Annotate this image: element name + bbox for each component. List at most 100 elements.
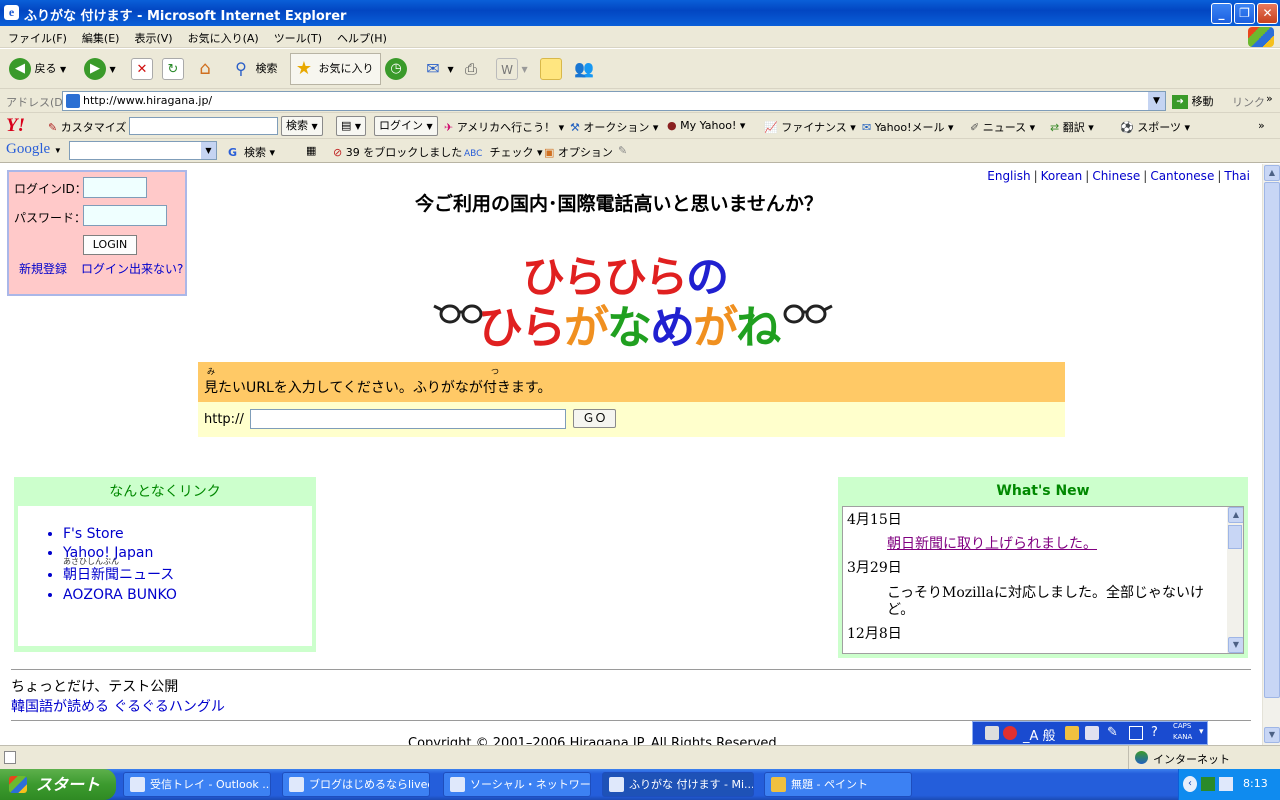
lang-english[interactable]: English bbox=[987, 169, 1030, 183]
address-dropdown-icon[interactable]: ▼ bbox=[1148, 92, 1165, 110]
options-button[interactable]: ▣ オプション bbox=[544, 144, 613, 160]
messenger-button[interactable]: 👥 bbox=[573, 55, 595, 83]
lang-cantonese[interactable]: Cantonese bbox=[1150, 169, 1214, 183]
news-entry-link[interactable]: 朝日新聞に取り上げられました。 bbox=[887, 533, 1207, 553]
google-search-button[interactable]: G 検索 ▾ bbox=[228, 144, 275, 160]
go-button[interactable]: ➜ 移動 bbox=[1172, 93, 1214, 109]
yahoo-customize[interactable]: ✎ カスタマイズ bbox=[48, 119, 126, 135]
yahoo-more-chevron-icon[interactable]: » bbox=[1258, 119, 1265, 132]
link-asahi-news[interactable]: あさひしんぶん 朝日新聞ニュース bbox=[63, 557, 312, 584]
back-button[interactable]: ◀ 戻る ▼ bbox=[9, 55, 66, 83]
yahoo-login-button[interactable]: ログイン ▼ bbox=[374, 116, 438, 136]
popup-blocker[interactable]: ⊘ 39 をブロックしました bbox=[333, 144, 462, 160]
spellcheck-button[interactable]: ABC チェック ▾ bbox=[464, 144, 543, 160]
yahoo-item-sports[interactable]: ⚽ スポーツ ▾ bbox=[1120, 119, 1190, 135]
task-paint[interactable]: 無題 - ペイント bbox=[764, 772, 912, 797]
menu-favorites[interactable]: お気に入り(A) bbox=[180, 26, 266, 46]
links-label[interactable]: リンク bbox=[1232, 94, 1265, 110]
yahoo-logo[interactable]: Y! bbox=[6, 115, 25, 137]
forward-button[interactable]: ▶ ▼ bbox=[84, 55, 116, 83]
scroll-thumb[interactable] bbox=[1264, 182, 1280, 698]
news-scroll-down-icon[interactable]: ▼ bbox=[1228, 637, 1243, 653]
yahoo-item-translate[interactable]: ⇄ 翻訳 ▾ bbox=[1050, 119, 1094, 135]
close-button[interactable]: ✕ bbox=[1257, 3, 1278, 24]
menu-help[interactable]: ヘルプ(H) bbox=[329, 26, 394, 46]
task-label: ソーシャル・ネットワーキ... bbox=[470, 778, 591, 791]
page-scrollbar[interactable]: ▲ ▼ bbox=[1262, 164, 1280, 745]
tray-expand-icon[interactable]: ‹ bbox=[1183, 776, 1197, 792]
highlighter-icon[interactable]: ✎ bbox=[618, 144, 627, 157]
yahoo-search-button[interactable]: 検索 ▼ bbox=[281, 116, 323, 136]
mail-button[interactable]: ✉ ▼ bbox=[422, 55, 453, 83]
back-arrow-icon: ◀ bbox=[9, 58, 31, 80]
scroll-down-icon[interactable]: ▼ bbox=[1264, 727, 1280, 743]
ime-mode[interactable]: _A 般 bbox=[1023, 725, 1056, 744]
google-logo[interactable]: Google ▼ bbox=[6, 141, 62, 158]
yahoo-item-mail[interactable]: ✉ Yahoo!メール ▾ bbox=[862, 119, 954, 135]
ime-pen-icon[interactable]: ✎ bbox=[1107, 725, 1118, 740]
keyboard-icon[interactable] bbox=[985, 726, 999, 740]
yahoo-item-finance[interactable]: 📈 ファイナンス ▾ bbox=[764, 119, 856, 135]
url-input[interactable] bbox=[250, 409, 566, 429]
menu-file[interactable]: ファイル(F) bbox=[0, 26, 74, 46]
clock[interactable]: 8:13 bbox=[1243, 777, 1268, 790]
yahoo-item-news[interactable]: ✐ ニュース ▾ bbox=[970, 119, 1035, 135]
ime-menu-icon[interactable]: ▾ bbox=[1199, 727, 1204, 737]
history-button[interactable]: ◷ bbox=[385, 55, 407, 83]
menu-edit[interactable]: 編集(E) bbox=[74, 26, 127, 46]
links-chevron-icon[interactable]: » bbox=[1266, 92, 1273, 105]
yahoo-item-myyahoo[interactable]: ● My Yahoo! ▾ bbox=[667, 119, 745, 132]
stop-button[interactable]: ✕ bbox=[131, 55, 153, 83]
ime-tool-icon[interactable] bbox=[1065, 726, 1079, 740]
password-input[interactable] bbox=[83, 205, 167, 226]
hangul-link[interactable]: 韓国語が読める ぐるぐるハングル bbox=[11, 696, 225, 716]
address-input[interactable]: http://www.hiragana.jp/ ▼ bbox=[62, 91, 1166, 111]
print-button[interactable]: ⎙ bbox=[460, 55, 482, 83]
ime-pad-icon[interactable] bbox=[1085, 726, 1099, 740]
news-scroll-thumb[interactable] bbox=[1228, 525, 1242, 549]
minimize-button[interactable]: _ bbox=[1211, 3, 1232, 24]
menu-tools[interactable]: ツール(T) bbox=[266, 26, 329, 46]
link-fs-store[interactable]: F's Store bbox=[63, 526, 312, 542]
menu-view[interactable]: 表示(V) bbox=[126, 26, 179, 46]
ime-red-icon[interactable] bbox=[1003, 726, 1017, 740]
ime-prop-icon[interactable] bbox=[1129, 726, 1143, 740]
auction-icon: ⚒ bbox=[570, 121, 580, 134]
maximize-button[interactable]: ❐ bbox=[1234, 3, 1255, 24]
ime-help-icon[interactable]: ? bbox=[1151, 725, 1158, 740]
yahoo-item-america[interactable]: ✈ アメリカへ行こう！ ▾ bbox=[444, 119, 564, 135]
task-hiragana[interactable]: ふりがな 付けます - Mi... bbox=[602, 772, 754, 797]
news-scrollbar[interactable]: ▲ ▼ bbox=[1227, 507, 1243, 653]
home-button[interactable]: ⌂ bbox=[194, 55, 216, 83]
link-aozora[interactable]: AOZORA BUNKO bbox=[63, 587, 312, 603]
news-scroll-up-icon[interactable]: ▲ bbox=[1228, 507, 1243, 523]
pencil-icon: ✎ bbox=[48, 121, 58, 134]
refresh-button[interactable]: ↻ bbox=[162, 55, 184, 83]
login-button[interactable]: LOGIN bbox=[83, 235, 137, 255]
yahoo-toolbar: Y! ✎ カスタマイズ 検索 ▼ ▤ ▼ ログイン ▼ ✈ アメリカへ行こう！ … bbox=[0, 113, 1280, 139]
edit-button[interactable]: W ▼ bbox=[496, 55, 528, 83]
lang-chinese[interactable]: Chinese bbox=[1092, 169, 1140, 183]
task-social[interactable]: ソーシャル・ネットワーキ... bbox=[443, 772, 591, 797]
yahoo-search-input[interactable] bbox=[129, 117, 278, 135]
tray-network-icon[interactable] bbox=[1219, 777, 1233, 791]
page-headline[interactable]: 今ご利用の国内･国際電話高いと思いませんか？ bbox=[415, 189, 823, 216]
favorites-button[interactable]: ★ お気に入り bbox=[290, 53, 381, 85]
search-button[interactable]: ⚲ 検索 bbox=[230, 55, 277, 83]
lang-korean[interactable]: Korean bbox=[1041, 169, 1083, 183]
login-id-input[interactable] bbox=[83, 177, 147, 198]
task-outlook[interactable]: 受信トレイ - Outlook ... bbox=[123, 772, 271, 797]
start-button[interactable]: スタート bbox=[0, 769, 116, 800]
yahoo-layout-button[interactable]: ▤ ▼ bbox=[336, 116, 367, 136]
yahoo-item-auction[interactable]: ⚒ オークション ▾ bbox=[570, 119, 658, 135]
google-search-input[interactable]: ▼ bbox=[69, 141, 217, 160]
furigana-go-button[interactable]: ＧＯ bbox=[573, 409, 616, 428]
register-link[interactable]: 新規登録 bbox=[19, 260, 67, 277]
cant-login-link[interactable]: ログイン出来ない? bbox=[81, 260, 183, 277]
tray-app-icon[interactable] bbox=[1201, 777, 1215, 791]
lang-thai[interactable]: Thai bbox=[1224, 169, 1250, 183]
google-news-icon[interactable]: ▦ bbox=[306, 144, 316, 157]
task-livedoor[interactable]: ブログはじめるならlived... bbox=[282, 772, 430, 797]
notes-button[interactable] bbox=[540, 55, 562, 83]
scroll-up-icon[interactable]: ▲ bbox=[1264, 165, 1280, 181]
